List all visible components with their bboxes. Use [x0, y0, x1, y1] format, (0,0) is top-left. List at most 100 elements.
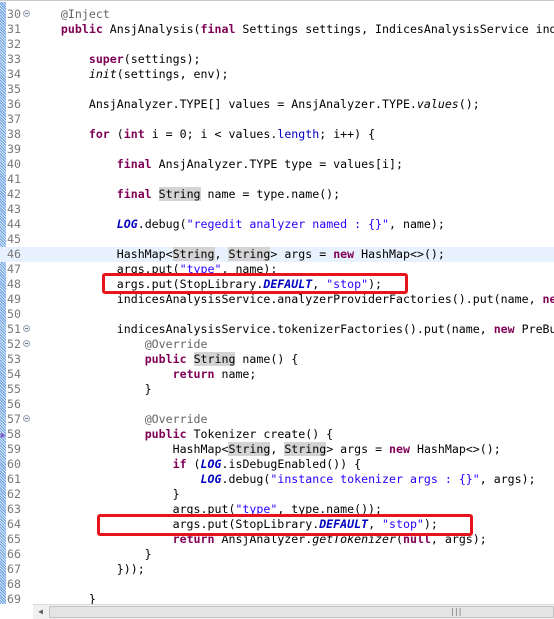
code-token: } — [33, 547, 152, 561]
code-token: "instance tokenizer args : {}" — [270, 472, 480, 486]
code-token: @Override — [144, 337, 208, 351]
code-line[interactable]: 51 indicesAnalysisService.tokenizerFacto… — [0, 322, 554, 337]
code-line[interactable]: 41 — [0, 172, 554, 187]
code-line[interactable]: 37 — [0, 112, 554, 127]
code-line[interactable]: 46 HashMap<String, String> args = new Ha… — [0, 247, 554, 262]
code-text: final String name = type.name(); — [33, 187, 340, 202]
code-token: ( — [186, 457, 201, 471]
line-number: 44 — [7, 217, 21, 231]
code-line[interactable]: 53 public String name() { — [0, 352, 554, 367]
code-text: LOG.debug("regedit analyzer named : {}",… — [33, 217, 445, 232]
code-text: })); — [33, 562, 145, 577]
code-line[interactable]: 55 } — [0, 382, 554, 397]
code-token: name; — [214, 367, 257, 381]
code-line[interactable]: 68 — [0, 577, 554, 592]
code-line[interactable]: 39 — [0, 142, 554, 157]
scroll-left-icon[interactable]: ◀ — [33, 605, 48, 619]
code-token: @Override — [144, 412, 208, 426]
line-number: 42 — [7, 187, 21, 201]
code-token: HashMap< — [33, 442, 229, 456]
line-number: 34 — [7, 67, 21, 81]
code-line[interactable]: 40 final AnsjAnalyzer.TYPE type = values… — [0, 157, 554, 172]
code-text: HashMap<String, String> args = new HashM… — [33, 247, 445, 262]
code-line[interactable]: 44 LOG.debug("regedit analyzer named : {… — [0, 217, 554, 232]
line-number: 56 — [7, 397, 21, 411]
code-line[interactable]: 59 HashMap<String, String> args = new Ha… — [0, 442, 554, 457]
code-text: } — [33, 382, 152, 397]
code-line[interactable]: 33 super(settings); — [0, 52, 554, 67]
code-line[interactable]: 38 for (int i = 0; i < values.length; i+… — [0, 127, 554, 142]
code-token: String — [193, 352, 236, 366]
code-line[interactable]: 66 } — [0, 547, 554, 562]
code-editor[interactable]: 30 @Inject 31 public AnsjAnalysis(final S… — [0, 0, 554, 619]
code-line[interactable]: 31 public AnsjAnalysis(final Settings se… — [0, 22, 554, 37]
code-text: indicesAnalysisService.tokenizerFactorie… — [33, 322, 554, 337]
code-token: > args = — [270, 247, 334, 261]
code-line[interactable]: 52 @Override — [0, 337, 554, 352]
code-line[interactable]: 56 — [0, 397, 554, 412]
code-line[interactable]: 42 final String name = type.name(); — [0, 187, 554, 202]
fold-collapse-icon[interactable] — [23, 415, 30, 422]
code-line[interactable]: 49 indicesAnalysisService.analyzerProvid… — [0, 292, 554, 307]
code-line[interactable]: 67 })); — [0, 562, 554, 577]
code-line[interactable]: 32 — [0, 37, 554, 52]
line-number: 40 — [7, 157, 21, 171]
code-token: , — [270, 442, 285, 456]
line-number: 54 — [7, 367, 21, 381]
code-line[interactable]: 58▲ public Tokenizer create() { — [0, 427, 554, 442]
fold-collapse-icon[interactable] — [23, 10, 30, 17]
line-number: 53 — [7, 352, 21, 366]
code-token: values — [416, 97, 459, 111]
code-token: String — [172, 247, 215, 261]
line-number: 59 — [7, 442, 21, 456]
code-token: ( — [109, 127, 124, 141]
code-token: .debug( — [137, 217, 187, 231]
code-line[interactable]: 61 LOG.debug("instance tokenizer args : … — [0, 472, 554, 487]
fold-collapse-icon[interactable] — [23, 325, 30, 332]
code-line[interactable]: 62 } — [0, 487, 554, 502]
code-token: int — [123, 127, 145, 141]
code-line[interactable]: 60 if (LOG.isDebugEnabled()) { — [0, 457, 554, 472]
code-token: AnsjAnalyzer.TYPE type = values[i]; — [151, 157, 403, 171]
code-line[interactable]: 54 return name; — [0, 367, 554, 382]
code-text: final AnsjAnalyzer.TYPE type = values[i]… — [33, 157, 403, 172]
override-marker-icon[interactable]: ▲ — [0, 433, 8, 438]
code-line[interactable]: 50 — [0, 307, 554, 322]
code-line[interactable]: 45 — [0, 232, 554, 247]
line-number: 47 — [7, 262, 21, 276]
code-token: .isDebugEnabled()) { — [221, 457, 362, 471]
grip-icon: ||| — [450, 607, 462, 616]
code-token: String — [158, 187, 201, 201]
code-line[interactable]: 34 init(settings, env); — [0, 67, 554, 82]
line-number: 43 — [7, 202, 21, 216]
code-text: init(settings, env); — [33, 67, 229, 82]
code-text: LOG.debug("instance tokenizer args : {}"… — [33, 472, 536, 487]
code-token: name = type.name(); — [200, 187, 341, 201]
line-number: 49 — [7, 292, 21, 306]
code-line[interactable]: 30 @Inject — [0, 7, 554, 22]
horizontal-scrollbar[interactable]: ◀ ||| — [33, 604, 554, 619]
code-text: public AnsjAnalysis(final Settings setti… — [33, 22, 554, 37]
code-line[interactable]: 35 — [0, 82, 554, 97]
code-token: } — [33, 382, 152, 396]
scrollbar-thumb[interactable]: ||| — [49, 606, 554, 618]
code-token: ne — [542, 292, 554, 306]
code-line[interactable]: 36 AnsjAnalyzer.TYPE[] values = AnsjAnal… — [0, 97, 554, 112]
code-token: , args); — [479, 472, 536, 486]
code-token: "regedit analyzer named : {}" — [186, 217, 390, 231]
line-number: 37 — [7, 112, 21, 126]
code-token: LOG — [200, 457, 222, 471]
line-number: 65 — [7, 532, 21, 546]
code-token: init — [88, 67, 117, 81]
fold-collapse-icon[interactable] — [23, 340, 30, 347]
code-line[interactable]: 43 — [0, 202, 554, 217]
code-token: new — [389, 442, 410, 456]
code-text: indicesAnalysisService.analyzerProviderF… — [33, 292, 554, 307]
code-line[interactable]: 57 @Override — [0, 412, 554, 427]
